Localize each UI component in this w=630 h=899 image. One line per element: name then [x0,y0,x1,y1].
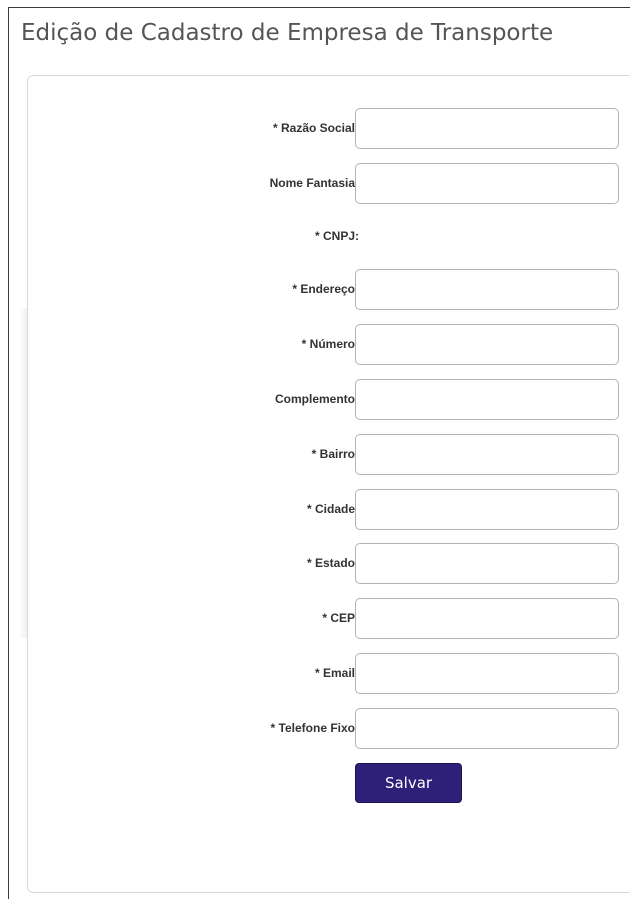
form-row-cep: * CEP: [28,598,630,639]
bairro-label: * Bairro: [311,447,359,461]
form-row-estado: * Estado: [28,543,630,584]
numero-label: * Número: [301,337,359,351]
telefone-fixo-label: * Telefone Fixo: [270,721,359,735]
save-button[interactable]: Salvar [355,763,462,803]
cidade-input[interactable] [355,489,619,530]
nome-fantasia-input[interactable] [355,163,619,204]
telefone-fixo-input[interactable] [355,708,619,749]
estado-input[interactable] [355,543,619,584]
razao-social-input[interactable] [355,108,619,149]
nome-fantasia-label: Nome Fantasia: [269,176,359,190]
form-row-nome-fantasia: Nome Fantasia: [28,163,630,204]
page-frame: Edição de Cadastro de Empresa de Transpo… [8,7,630,899]
form-row-razao-social: * Razão Social: [28,108,630,149]
page-title: Edição de Cadastro de Empresa de Transpo… [21,20,554,46]
complemento-input[interactable] [355,379,619,420]
email-input[interactable] [355,653,619,694]
bairro-input[interactable] [355,434,619,475]
form-panel: * Razão Social: Nome Fantasia: * CNPJ: *… [27,75,630,893]
form-row-bairro: * Bairro: [28,434,630,475]
numero-input[interactable] [355,324,619,365]
form-row-cidade: * Cidade: [28,489,630,530]
estado-label: * Estado: [306,556,359,570]
form-row-email: * Email: [28,653,630,694]
endereco-label: * Endereço: [292,282,359,296]
cep-input[interactable] [355,598,619,639]
panel-shadow [19,308,27,638]
cep-label: * CEP: [322,611,359,625]
razao-social-label: * Razão Social: [272,121,359,135]
endereco-input[interactable] [355,269,619,310]
form-row-complemento: Complemento: [28,379,630,420]
form-row-cnpj: * CNPJ: [28,216,630,257]
form-row-telefone-fixo: * Telefone Fixo: [28,708,630,749]
cnpj-label: * CNPJ: [314,229,359,243]
form-row-numero: * Número: [28,324,630,365]
cidade-label: * Cidade: [306,502,359,516]
email-label: * Email: [314,666,359,680]
form-row-endereco: * Endereço: [28,269,630,310]
complemento-label: Complemento: [275,392,359,406]
